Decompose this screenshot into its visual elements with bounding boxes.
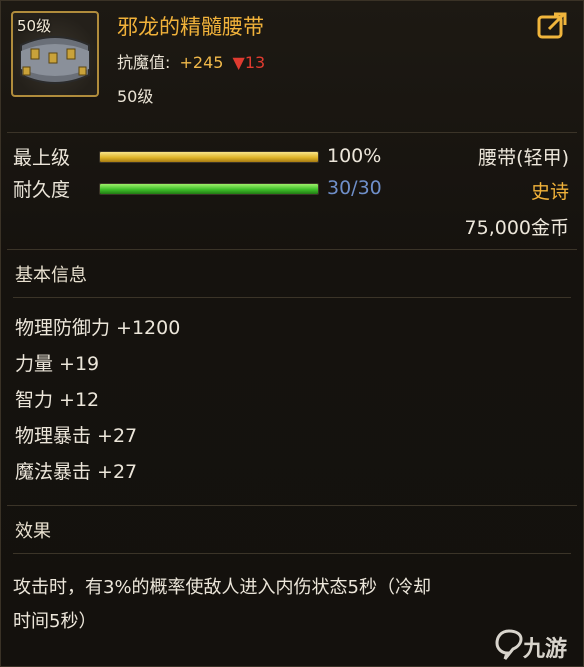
- resist-stat: 抗魔值: +245 ▼13: [117, 49, 265, 73]
- resist-value: +245: [179, 53, 224, 72]
- share-icon: [537, 12, 567, 39]
- durability-value: 30/30: [327, 177, 382, 199]
- share-button[interactable]: [537, 11, 569, 39]
- attr-item: 魔法暴击 +27: [15, 461, 138, 483]
- effect-description: 攻击时，有3%的概率使敌人进入内伤状态5秒（冷却 时间5秒）: [13, 571, 573, 639]
- item-level-badge: 50级: [17, 17, 52, 35]
- durability-label: 耐久度: [13, 179, 71, 201]
- watermark: 九游: [495, 627, 584, 665]
- attr-item: 物理暴击 +27: [15, 425, 138, 447]
- effect-title: 效果: [15, 521, 51, 542]
- item-rarity: 史诗: [530, 181, 569, 203]
- divider: [7, 132, 577, 133]
- jiuyou-logo-icon: [495, 629, 523, 660]
- item-tooltip-panel: 50级 邪龙的精髓腰带 抗魔值: +245 ▼13 50级 最上级 100% 耐…: [0, 0, 584, 667]
- upgrade-label: 最上级: [13, 147, 71, 169]
- item-name: 邪龙的精髓腰带: [117, 15, 264, 39]
- resist-label: 抗魔值:: [117, 53, 171, 72]
- basic-info-title: 基本信息: [15, 265, 87, 286]
- effect-line: 时间5秒）: [13, 611, 97, 632]
- effect-line: 攻击时，有3%的概率使敌人进入内伤状态5秒（冷却: [13, 577, 432, 598]
- item-price: 75,000金币: [464, 217, 569, 239]
- durability-bar: [99, 183, 319, 195]
- item-type: 腰带(轻甲): [478, 147, 569, 169]
- divider: [13, 297, 571, 298]
- attr-item: 智力 +12: [15, 389, 100, 411]
- durability-bar-fill: [100, 184, 318, 194]
- required-level: 50级: [117, 87, 154, 106]
- attr-item: 物理防御力 +1200: [15, 317, 181, 339]
- upgrade-bar-fill: [100, 152, 318, 162]
- attr-item: 力量 +19: [15, 353, 100, 375]
- divider: [7, 249, 577, 250]
- watermark-text: 九游: [523, 637, 568, 662]
- belt-icon: [20, 36, 90, 84]
- divider: [7, 505, 577, 506]
- upgrade-value: 100%: [327, 145, 382, 167]
- divider: [13, 553, 571, 554]
- item-icon-frame[interactable]: 50级: [11, 11, 99, 97]
- resist-drop: ▼13: [232, 53, 266, 72]
- upgrade-bar: [99, 151, 319, 163]
